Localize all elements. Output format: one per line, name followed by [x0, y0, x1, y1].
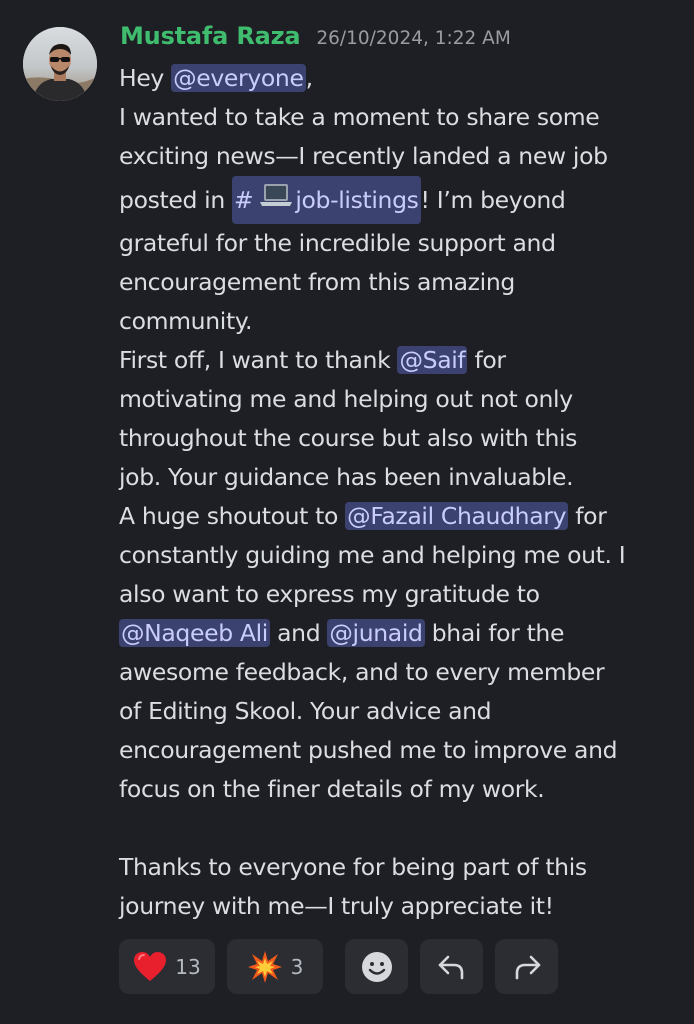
reaction-count: 13 [175, 954, 201, 979]
text-segment: , [305, 64, 313, 92]
message-line: Thanks to everyone for being part of thi… [119, 853, 587, 881]
channel-mention-job-listings[interactable]: # job-listings [232, 176, 421, 224]
message-line: community. [119, 307, 253, 335]
reaction-heart-button[interactable]: 13 [119, 939, 215, 994]
reply-icon [437, 953, 467, 981]
text-segment: Hey [119, 64, 172, 92]
text-segment: and [269, 619, 328, 647]
reaction-count: 3 [290, 954, 304, 979]
reply-button[interactable] [420, 939, 483, 994]
message-line: of Editing Skool. Your advice and [119, 697, 492, 725]
text-segment: posted in [119, 186, 232, 214]
text-segment: A huge shoutout to [119, 502, 346, 530]
mention-everyone[interactable]: @everyone [171, 64, 306, 92]
channel-hash-icon: # [234, 186, 254, 214]
message-line: grateful for the incredible support and [119, 229, 556, 257]
text-segment: for [467, 346, 506, 374]
forward-button[interactable] [495, 939, 558, 994]
message-line: posted in # job-listings! I’m beyond [119, 176, 679, 224]
message-line: A huge shoutout to @Fazail Chaudhary for [119, 497, 679, 536]
message-line: constantly guiding me and helping me out… [119, 541, 626, 569]
reaction-collision-button[interactable]: 3 [227, 939, 323, 994]
message-header: Mustafa Raza 26/10/2024, 1:22 AM [120, 22, 511, 60]
add-reaction-button[interactable] [345, 939, 408, 994]
message-line: job. Your guidance has been invaluable. [119, 463, 574, 491]
message-line: throughout the course but also with this [119, 424, 578, 452]
avatar[interactable] [23, 27, 97, 101]
message-line: also want to express my gratitude to [119, 580, 540, 608]
author-name[interactable]: Mustafa Raza [120, 22, 301, 50]
red-heart-icon [133, 951, 167, 983]
collision-icon [247, 950, 283, 984]
mention-fazail-chaudhary[interactable]: @Fazail Chaudhary [345, 502, 569, 530]
forward-icon [512, 953, 542, 981]
mention-naqeeb-ali[interactable]: @Naqeeb Ali [119, 619, 270, 647]
text-segment: bhai for the [424, 619, 565, 647]
add-reaction-icon [361, 951, 393, 983]
reaction-bar: 13 3 [119, 939, 558, 994]
message-line: encouragement from this amazing [119, 268, 515, 296]
message-body: Hey @everyone, I wanted to take a moment… [119, 59, 679, 926]
message-line: awesome feedback, and to every member [119, 658, 605, 686]
text-segment: First off, I want to thank [119, 346, 398, 374]
text-segment: ! I’m beyond [420, 186, 566, 214]
message-line: exciting news—I recently landed a new jo… [119, 142, 608, 170]
message-line: motivating me and helping out not only [119, 385, 573, 413]
message-line: focus on the finer details of my work. [119, 775, 545, 803]
message-line: Hey @everyone, [119, 59, 679, 98]
message-line: First off, I want to thank @Saif for [119, 341, 679, 380]
timestamp: 26/10/2024, 1:22 AM [316, 28, 511, 49]
message-line: encouragement pushed me to improve and [119, 736, 618, 764]
message-line: @Naqeeb Ali and @junaid bhai for the [119, 614, 679, 653]
mention-junaid[interactable]: @junaid [327, 619, 425, 647]
mention-saif[interactable]: @Saif [397, 346, 468, 374]
text-segment: for [568, 502, 607, 530]
laptop-emoji-icon [259, 177, 293, 223]
message-line: I wanted to take a moment to share some [119, 103, 600, 131]
message-line: journey with me—I truly appreciate it! [119, 892, 554, 920]
channel-name: job-listings [295, 186, 419, 214]
